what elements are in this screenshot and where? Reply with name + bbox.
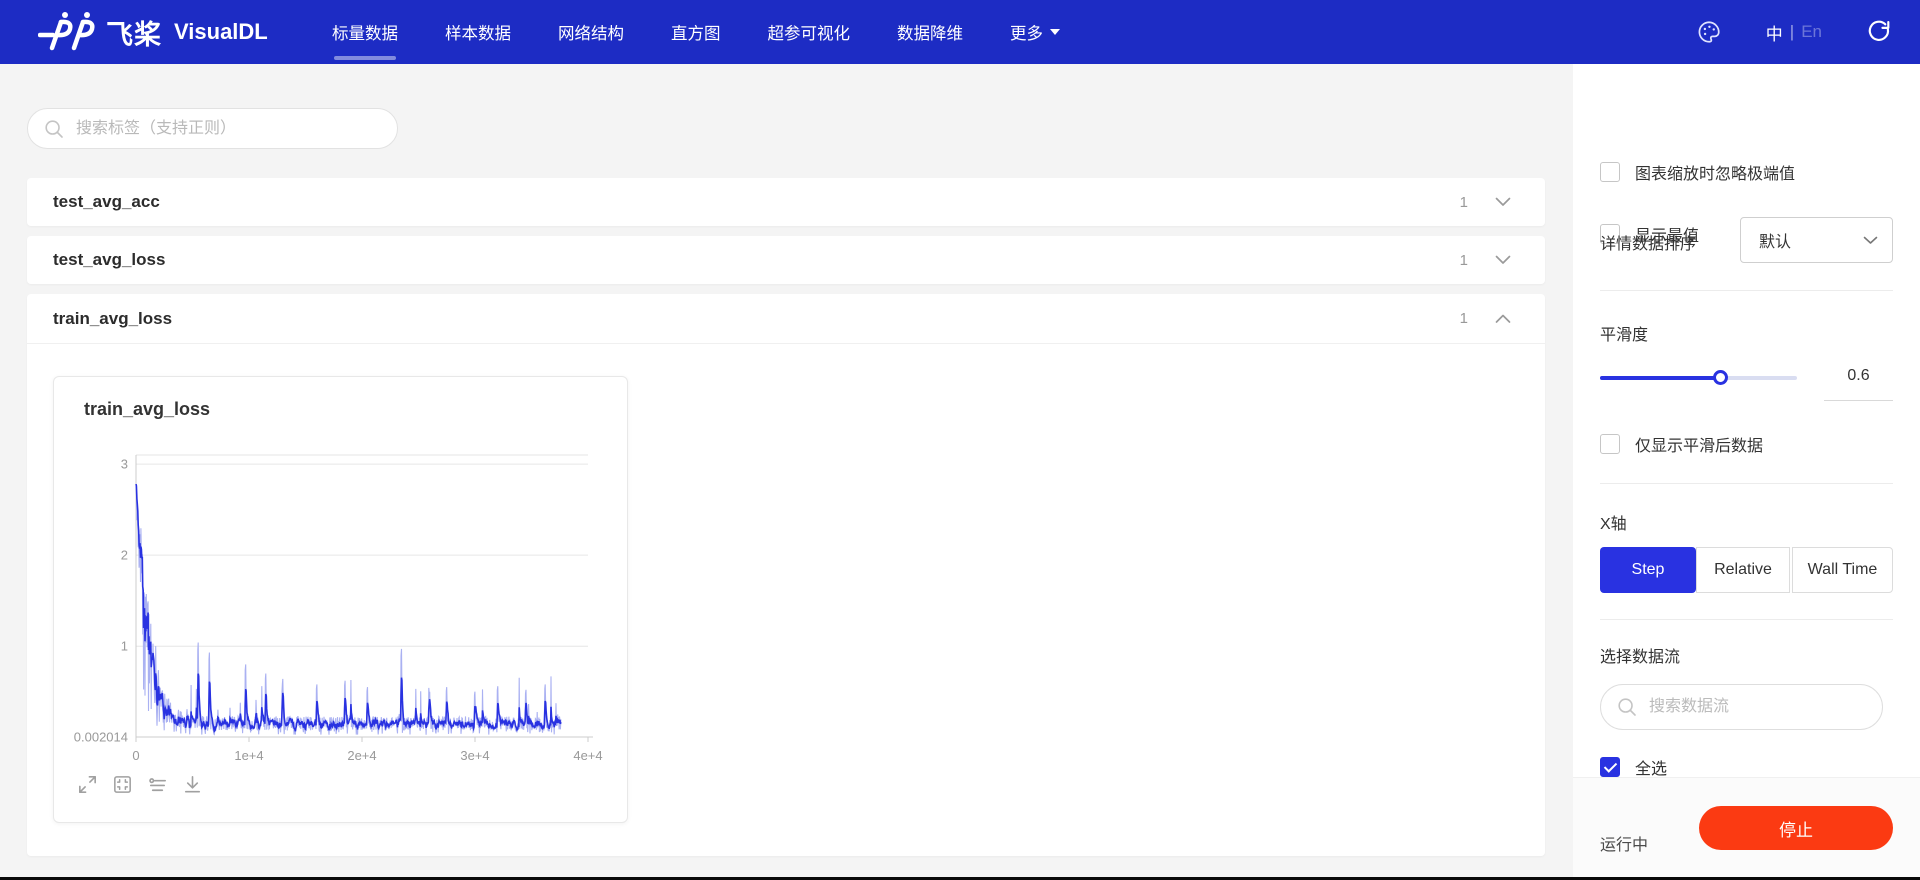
nav-item-samples[interactable]: 样本数据 xyxy=(445,0,511,64)
runs-label: 选择数据流 xyxy=(1600,643,1680,667)
chevron-down-icon xyxy=(1863,236,1878,245)
panel-test-avg-acc[interactable]: test_avg_acc 1 xyxy=(27,178,1545,226)
refresh-icon[interactable] xyxy=(1866,19,1892,45)
panel-count-badge: 1 xyxy=(1460,252,1468,269)
nav-item-hyperparams[interactable]: 超参可视化 xyxy=(768,0,851,64)
runs-search-input[interactable] xyxy=(1647,697,1866,717)
nav-right-tools: 中 | En xyxy=(1696,0,1892,64)
fullscreen-icon[interactable] xyxy=(76,773,99,796)
select-all-row: 全选 xyxy=(1600,755,1667,779)
settings-sidebar: 图表缩放时忽略极端值 显示最值 详情数据排序 默认 平滑度 0.6 仅显示平滑后… xyxy=(1573,64,1920,876)
download-icon[interactable] xyxy=(181,773,204,796)
paddlepaddle-logo[interactable]: 飞桨 VisualDL xyxy=(38,0,268,64)
run-control-footer: 运行中 停止 xyxy=(1573,777,1920,877)
ignore-outliers-row: 图表缩放时忽略极端值 xyxy=(1600,160,1795,184)
chart-title: train_avg_loss xyxy=(84,399,210,420)
top-navbar: 飞桨 VisualDL 标量数据 样本数据 网络结构 直方图 超参可视化 数据降… xyxy=(0,0,1920,64)
panel-title: test_avg_acc xyxy=(53,192,160,212)
tooltip-sort-select[interactable]: 默认 xyxy=(1740,217,1893,263)
tag-search-input[interactable] xyxy=(74,119,381,139)
ignore-outliers-checkbox[interactable] xyxy=(1600,162,1620,182)
search-icon xyxy=(44,119,64,139)
smoothing-label: 平滑度 xyxy=(1600,321,1648,345)
svg-text:0: 0 xyxy=(132,748,139,763)
smoothed-only-label: 仅显示平滑后数据 xyxy=(1635,432,1763,456)
chevron-up-icon[interactable] xyxy=(1495,314,1511,324)
select-all-label: 全选 xyxy=(1635,755,1667,779)
chart-toolbar xyxy=(76,773,204,796)
smoothing-value-input[interactable]: 0.6 xyxy=(1824,359,1893,401)
panel-train-avg-loss-expanded: train_avg_loss 1 3 2 1 0.002014 0 1e+4 2e+4 3e+… xyxy=(27,294,1545,856)
xaxis-mode-group: Step Relative Wall Time xyxy=(1600,547,1893,593)
caret-down-icon xyxy=(1050,29,1060,35)
smoothed-only-checkbox[interactable] xyxy=(1600,434,1620,454)
runs-search-box xyxy=(1600,684,1883,730)
smoothing-slider[interactable] xyxy=(1600,370,1797,385)
ignore-outliers-label: 图表缩放时忽略极端值 xyxy=(1635,160,1795,184)
tooltip-sort-label: 详情数据排序 xyxy=(1600,230,1696,254)
nav-item-more[interactable]: 更多 xyxy=(1010,0,1060,64)
divider xyxy=(1600,290,1893,291)
slider-fill xyxy=(1600,376,1718,380)
train-avg-loss-chart-card: 3 2 1 0.002014 0 1e+4 2e+4 3e+4 4e+4 train_avg_l… xyxy=(53,376,628,823)
loss-chart-svg[interactable]: 3 2 1 0.002014 0 1e+4 2e+4 3e+4 4e+4 xyxy=(54,377,627,822)
nav-item-graph[interactable]: 网络结构 xyxy=(558,0,624,64)
panel-title: train_avg_loss xyxy=(53,309,172,329)
stop-button[interactable]: 停止 xyxy=(1699,806,1893,850)
panel-train-avg-loss-header[interactable]: train_avg_loss 1 xyxy=(27,294,1545,344)
nav-item-histogram[interactable]: 直方图 xyxy=(671,0,721,64)
svg-text:4e+4: 4e+4 xyxy=(573,748,602,763)
svg-text:2e+4: 2e+4 xyxy=(347,748,376,763)
restore-icon[interactable] xyxy=(111,773,134,796)
xaxis-option-relative[interactable]: Relative xyxy=(1696,547,1790,593)
slider-handle[interactable] xyxy=(1713,370,1728,385)
theme-palette-icon[interactable] xyxy=(1696,19,1722,45)
lang-separator: | xyxy=(1790,22,1794,42)
divider xyxy=(1600,619,1893,620)
smoothed-only-row: 仅显示平滑后数据 xyxy=(1600,432,1763,456)
xaxis-label: X轴 xyxy=(1600,510,1627,534)
svg-text:2: 2 xyxy=(121,548,128,563)
lang-zh: 中 xyxy=(1766,20,1783,45)
svg-text:3: 3 xyxy=(121,457,128,472)
main-content: test_avg_acc 1 test_avg_loss 1 train_avg… xyxy=(0,64,1573,876)
svg-text:3e+4: 3e+4 xyxy=(460,748,489,763)
svg-text:0.002014: 0.002014 xyxy=(74,730,128,745)
select-all-checkbox[interactable] xyxy=(1600,757,1620,777)
panel-count-badge: 1 xyxy=(1460,194,1468,211)
svg-text:1e+4: 1e+4 xyxy=(234,748,263,763)
panel-test-avg-loss[interactable]: test_avg_loss 1 xyxy=(27,236,1545,284)
running-status-label: 运行中 xyxy=(1600,831,1648,855)
svg-text:1: 1 xyxy=(121,639,128,654)
nav-item-scalar[interactable]: 标量数据 xyxy=(332,0,398,64)
panel-title: test_avg_loss xyxy=(53,250,165,270)
active-tab-underline xyxy=(334,56,396,60)
lang-en: En xyxy=(1801,22,1822,42)
chevron-down-icon[interactable] xyxy=(1495,255,1511,265)
paddle-mark-icon xyxy=(38,12,96,52)
nav-menu: 标量数据 样本数据 网络结构 直方图 超参可视化 数据降维 更多 xyxy=(332,0,1060,64)
chevron-down-icon[interactable] xyxy=(1495,197,1511,207)
tag-search-box xyxy=(27,108,398,149)
search-icon xyxy=(1617,697,1637,717)
xaxis-option-step[interactable]: Step xyxy=(1600,547,1696,593)
language-toggle[interactable]: 中 | En xyxy=(1766,20,1822,45)
panel-count-badge: 1 xyxy=(1460,310,1468,327)
divider xyxy=(1600,483,1893,484)
data-settings-icon[interactable] xyxy=(146,773,169,796)
brand-product: VisualDL xyxy=(174,19,268,45)
tooltip-sort-value: 默认 xyxy=(1759,228,1863,252)
xaxis-option-walltime[interactable]: Wall Time xyxy=(1792,547,1893,593)
nav-item-dimreduction[interactable]: 数据降维 xyxy=(897,0,963,64)
brand-cn: 飞桨 xyxy=(106,13,162,52)
